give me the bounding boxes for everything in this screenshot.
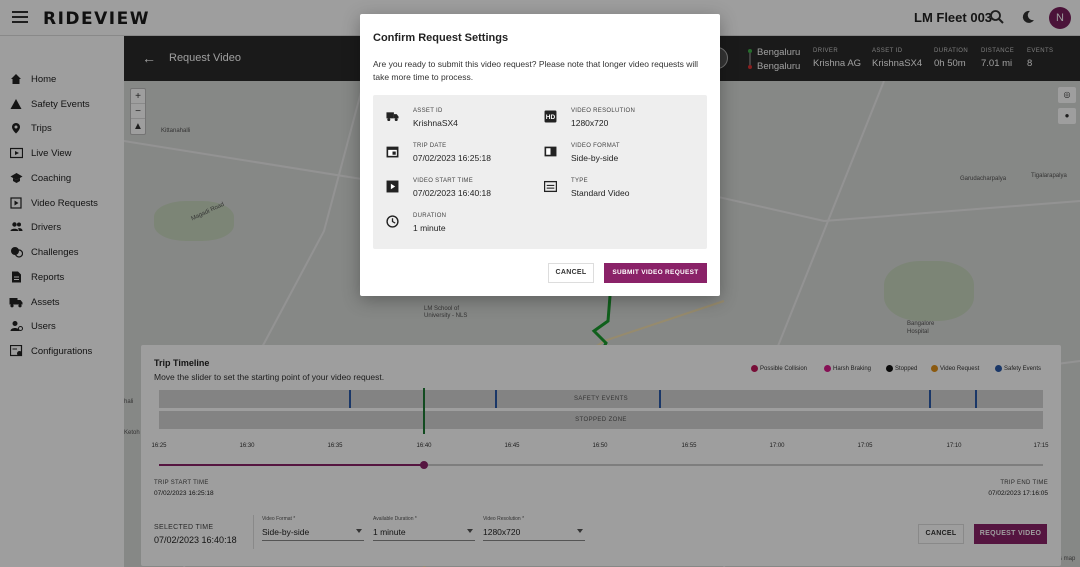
video-icon bbox=[386, 180, 399, 193]
summary-format: VIDEO FORMAT Side-by-side bbox=[544, 143, 620, 163]
subtitles-icon bbox=[544, 180, 557, 193]
summary-video-start: VIDEO START TIME 07/02/2023 16:40:18 bbox=[386, 178, 491, 198]
submit-video-request-button[interactable]: SUBMIT VIDEO REQUEST bbox=[604, 263, 707, 283]
summary-type: TYPE Standard Video bbox=[544, 178, 629, 198]
calendar-icon bbox=[386, 146, 399, 158]
summary-resolution: HD VIDEO RESOLUTION 1280x720 bbox=[544, 108, 636, 128]
summary-trip-date: TRIP DATE 07/02/2023 16:25:18 bbox=[386, 143, 491, 163]
side-by-side-icon bbox=[544, 146, 557, 157]
dialog-cancel-button[interactable]: CANCEL bbox=[548, 263, 594, 283]
confirm-request-dialog: Confirm Request Settings Are you ready t… bbox=[360, 14, 720, 296]
hd-icon: HD bbox=[544, 110, 557, 123]
request-summary: ASSET ID KrishnaSX4 TRIP DATE 07/02/2023 1… bbox=[373, 95, 707, 249]
truck-icon bbox=[386, 112, 399, 122]
dialog-title: Confirm Request Settings bbox=[373, 32, 509, 44]
clock-icon bbox=[386, 215, 399, 228]
dialog-message: Are you ready to submit this video reque… bbox=[373, 59, 699, 82]
summary-asset-id: ASSET ID KrishnaSX4 bbox=[386, 108, 458, 128]
svg-text:HD: HD bbox=[546, 114, 556, 121]
summary-duration: DURATION 1 minute bbox=[386, 213, 446, 233]
